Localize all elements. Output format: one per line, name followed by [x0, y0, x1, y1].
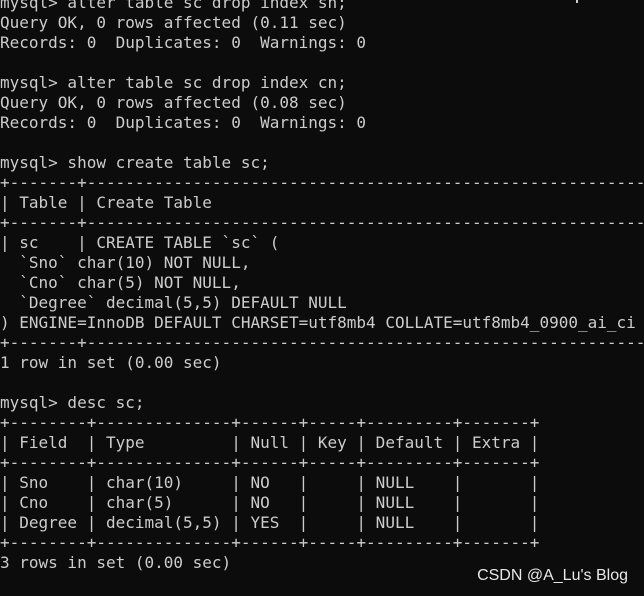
table-row-line: ) ENGINE=InnoDB DEFAULT CHARSET=utf8mb4 …	[0, 313, 644, 332]
terminal-line: 1 row in set (0.00 sec)	[0, 353, 222, 372]
terminal-line: Records: 0 Duplicates: 0 Warnings: 0	[0, 33, 367, 52]
terminal-output: mysql> alter table sc drop index sn; Que…	[0, 0, 644, 573]
table-border-line: +-------+-------------------------------…	[0, 333, 644, 352]
terminal-line: mysql> show create table sc;	[0, 153, 270, 172]
table-row-line: `Sno` char(10) NOT NULL,	[0, 253, 251, 272]
table-row-line: `Degree` decimal(5,5) DEFAULT NULL	[0, 293, 347, 312]
watermark-text: CSDN @A_Lu's Blog	[477, 567, 628, 584]
terminal-line: Query OK, 0 rows affected (0.11 sec)	[0, 13, 347, 32]
table-border-line: +-------+-------------------------------…	[0, 213, 644, 232]
table-row-line: | Sno | char(10) | NO | | NULL | |	[0, 473, 540, 492]
table-border-line: +--------+--------------+------+-----+--…	[0, 413, 540, 432]
table-border-line: +--------+--------------+------+-----+--…	[0, 453, 540, 472]
table-row-line: | sc | CREATE TABLE `sc` (	[0, 233, 280, 252]
table-border-line: +--------+--------------+------+-----+--…	[0, 533, 540, 552]
terminal-line: mysql> alter table sc drop index sn;	[0, 0, 347, 12]
terminal-line: mysql> desc sc;	[0, 393, 145, 412]
terminal-line: Records: 0 Duplicates: 0 Warnings: 0	[0, 113, 367, 132]
table-row-line: | Degree | decimal(5,5) | YES | | NULL |…	[0, 513, 540, 532]
table-header-line: | Field | Type | Null | Key | Default | …	[0, 433, 540, 452]
table-row-line: `Cno` char(5) NOT NULL,	[0, 273, 241, 292]
terminal-line: mysql> alter table sc drop index cn;	[0, 73, 347, 92]
table-row-line: | Cno | char(5) | NO | | NULL | |	[0, 493, 540, 512]
terminal-window[interactable]: mysql> alter table sc drop index sn; Que…	[0, 0, 644, 596]
table-border-line: +-------+-------------------------------…	[0, 173, 644, 192]
table-header-line: | Table | Create Table |	[0, 193, 212, 212]
terminal-line: Query OK, 0 rows affected (0.08 sec)	[0, 93, 347, 112]
